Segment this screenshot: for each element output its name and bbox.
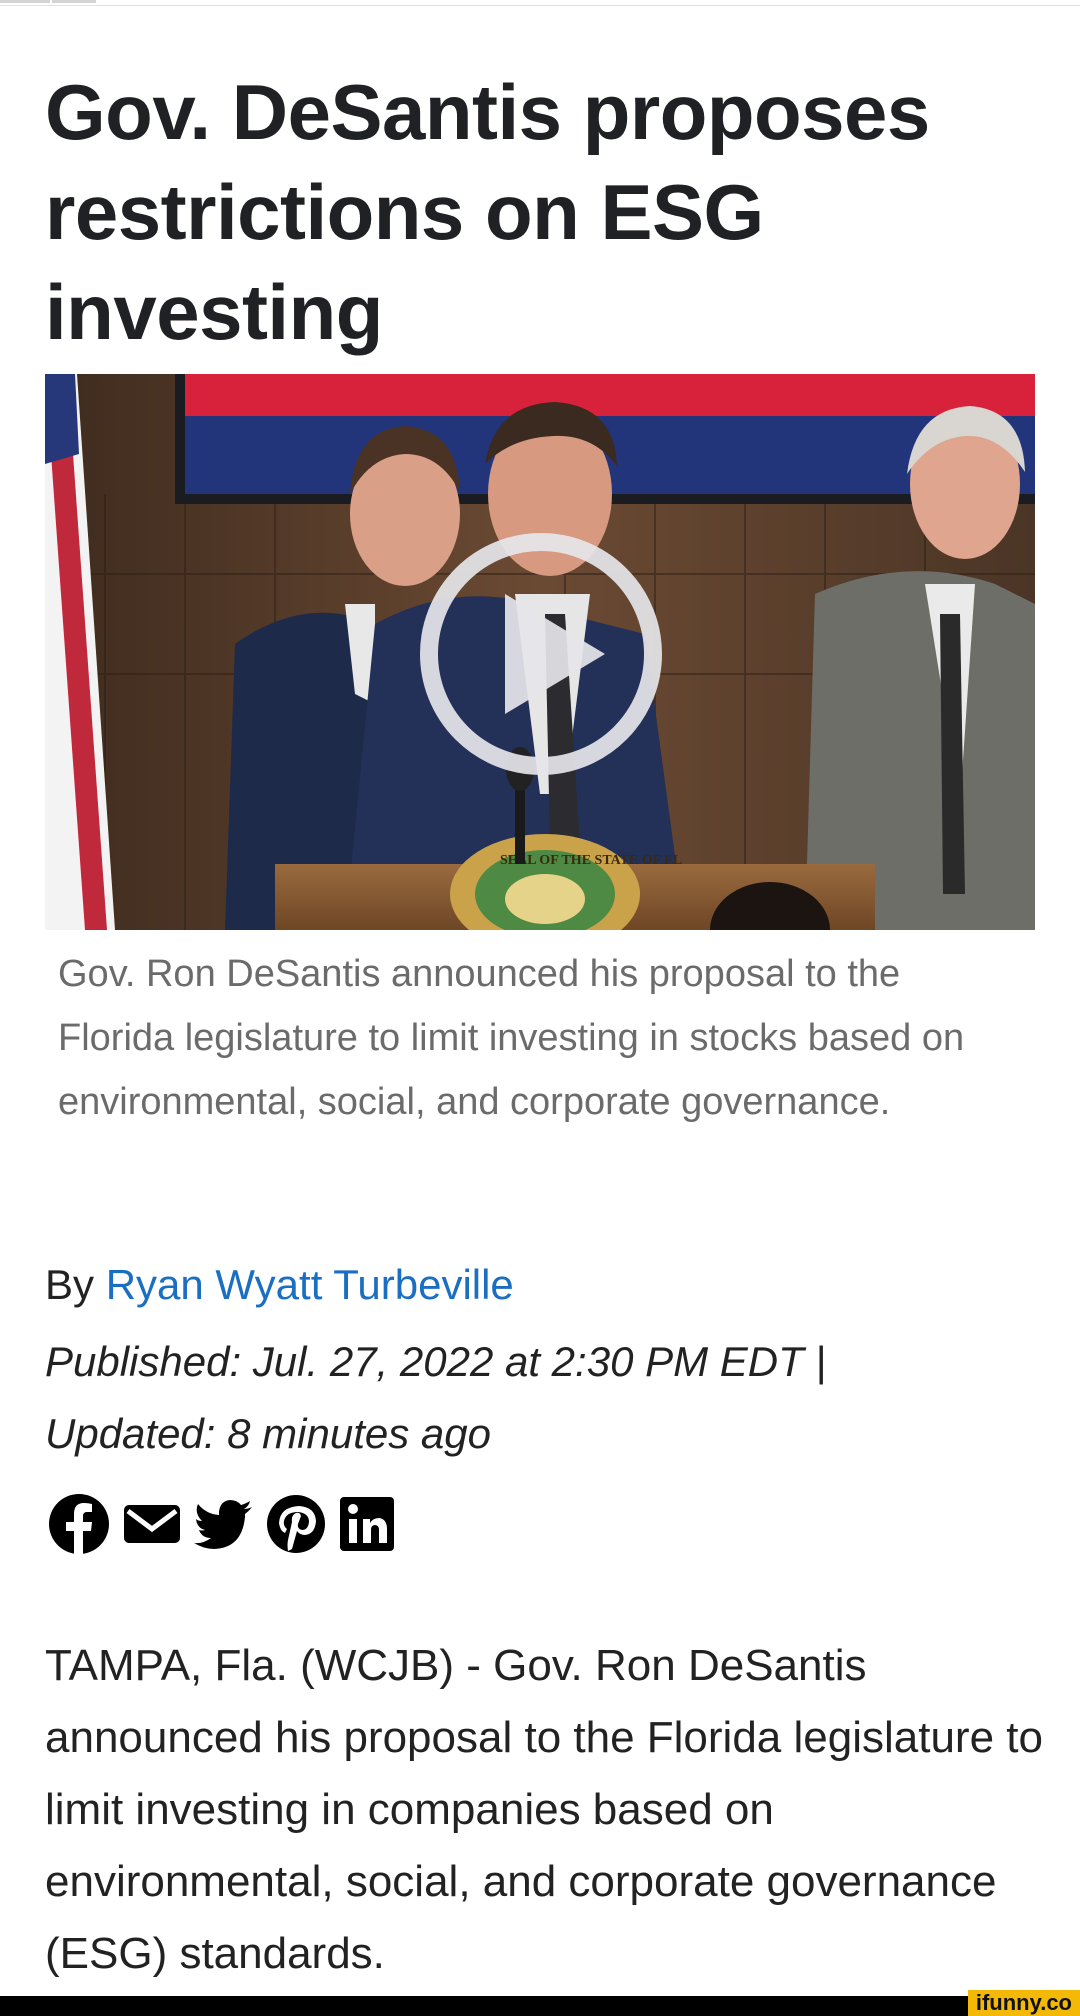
video-thumbnail: SEAL OF THE STATE OF FL — [45, 374, 1035, 930]
author-link[interactable]: Ryan Wyatt Turbeville — [106, 1261, 514, 1308]
date-separator: | — [815, 1338, 827, 1385]
browser-top-strip — [0, 0, 1080, 6]
dateline: Published: Jul. 27, 2022 at 2:30 PM EDT |… — [45, 1326, 1045, 1470]
byline: By Ryan Wyatt Turbeville — [45, 1255, 514, 1315]
share-bar — [48, 1493, 400, 1555]
tab-indicator — [0, 0, 50, 3]
footer-bar — [0, 1996, 1080, 2016]
published-date: Published: Jul. 27, 2022 at 2:30 PM EDT — [45, 1338, 804, 1385]
article-headline: Gov. DeSantis proposes restrictions on E… — [45, 68, 930, 356]
tab-indicator — [52, 0, 96, 3]
twitter-icon[interactable] — [192, 1493, 256, 1555]
email-icon[interactable] — [120, 1493, 184, 1555]
watermark-logo: ifunny.co — [967, 1990, 1080, 2016]
pinterest-icon[interactable] — [264, 1493, 328, 1555]
seal-text: SEAL OF THE STATE OF FL — [500, 853, 682, 868]
linkedin-icon[interactable] — [336, 1493, 400, 1555]
updated-date: Updated: 8 minutes ago — [45, 1410, 491, 1457]
facebook-icon[interactable] — [48, 1493, 112, 1555]
article-body-paragraph: TAMPA, Fla. (WCJB) - Gov. Ron DeSantis a… — [45, 1641, 1043, 1978]
image-caption: Gov. Ron DeSantis announced his proposal… — [58, 953, 965, 1123]
video-player[interactable]: SEAL OF THE STATE OF FL — [45, 374, 1035, 930]
byline-prefix: By — [45, 1261, 106, 1308]
